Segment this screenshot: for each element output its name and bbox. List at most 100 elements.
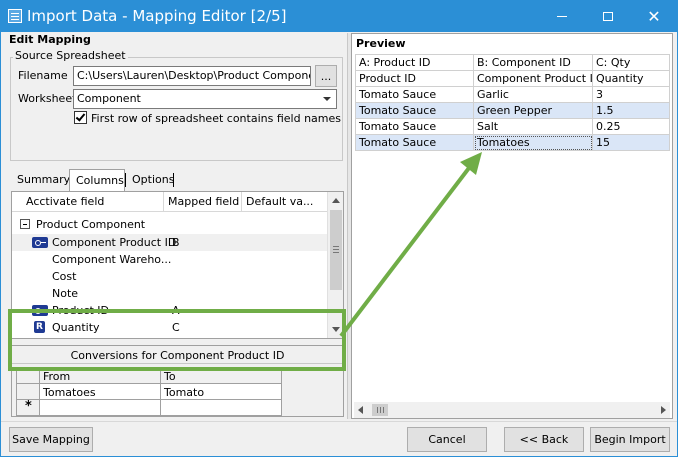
preview-cell[interactable]: Tomato Sauce [355,134,474,151]
preview-cell[interactable]: Green Pepper [473,102,593,119]
table-row[interactable]: Tomato Sauce Garlic 3 [355,86,670,103]
close-button[interactable]: ✕ [631,1,677,32]
column-header-to[interactable]: To [160,367,282,384]
scroll-thumb[interactable] [330,210,342,290]
table-row[interactable]: Component Product ID B [12,234,328,251]
field-mapping-grid: Acctivate field Mapped field Default va.… [11,191,344,339]
preview-table: A: Product ID B: Component ID C: Qty Pro… [355,54,670,151]
preview-cell[interactable]: 15 [592,134,670,151]
preview-cell[interactable]: Garlic [473,86,593,103]
preview-cell[interactable]: 3 [592,86,670,103]
edit-mapping-heading: Edit Mapping [9,33,91,46]
import-mapping-window: Import Data - Mapping Editor [2/5] ✕ Edi… [0,0,678,457]
table-row[interactable]: Component Wareho... [12,251,328,268]
save-mapping-button[interactable]: Save Mapping [9,427,93,452]
preview-cell[interactable]: Salt [473,118,593,135]
conversion-from-cell[interactable]: Tomatoes [39,383,161,400]
mapped-field[interactable]: B [172,236,180,249]
back-button[interactable]: << Back [504,427,584,452]
minimize-button[interactable] [539,1,585,32]
table-row[interactable]: R Quantity C [12,319,328,336]
table-row[interactable]: Tomato Sauce Green Pepper 1.5 [355,102,670,119]
column-header-field[interactable]: Acctivate field [12,192,164,212]
first-row-checkbox[interactable] [74,111,87,124]
grip-icon [333,246,339,247]
mapped-field[interactable]: C [172,321,180,334]
conversion-to-cell[interactable]: Tomato [160,383,282,400]
required-icon: R [34,321,45,333]
checkmark-icon [75,111,86,122]
back-label: << Back [519,433,569,446]
key-icon [32,237,48,248]
grip-icon [377,407,378,413]
filename-label: Filename [18,69,68,82]
begin-import-button[interactable]: Begin Import [590,427,670,452]
preview-cell[interactable]: 1.5 [592,102,670,119]
button-bar: Save Mapping Cancel << Back Begin Import [1,421,677,456]
group-row[interactable]: Product Component [12,216,328,233]
table-row[interactable]: Product ID Component Product ID Quantity [355,70,670,87]
field-name: Component Product ID [52,236,177,249]
preview-header-row: A: Product ID B: Component ID C: Qty [355,54,670,71]
scroll-down-icon[interactable] [332,327,340,332]
preview-heading: Preview [356,37,406,50]
tab-separator [173,173,174,187]
preview-cell-selected[interactable]: Tomatoes [473,134,593,151]
preview-cell[interactable]: Tomato Sauce [355,102,474,119]
table-row[interactable]: Tomato Sauce Salt 0.25 [355,118,670,135]
field-name: Quantity [52,321,100,334]
column-header-default[interactable]: Default va... [242,192,328,212]
begin-import-label: Begin Import [594,433,666,446]
scroll-right-icon[interactable] [661,406,666,414]
group-label: Product Component [36,218,146,231]
scroll-left-icon[interactable] [358,406,363,414]
new-from-cell[interactable] [39,399,161,416]
new-to-cell[interactable] [160,399,282,416]
table-row[interactable]: Tomato Sauce Tomatoes 15 [355,134,670,151]
maximize-button[interactable] [585,1,631,32]
preview-column-header[interactable]: B: Component ID [473,54,593,71]
new-row-icon: * [25,399,32,414]
table-row[interactable]: Cost [12,268,328,285]
chevron-down-icon [323,97,331,101]
worksheet-select[interactable]: Component [73,89,337,109]
vertical-scrollbar[interactable] [327,192,343,338]
tab-summary[interactable]: Summary [11,169,76,191]
first-row-label[interactable]: First row of spreadsheet contains field … [91,112,341,125]
preview-cell[interactable]: 0.25 [592,118,670,135]
title-bar[interactable]: Import Data - Mapping Editor [2/5] ✕ [1,1,677,32]
tab-columns[interactable]: Columns [69,169,125,192]
filename-input[interactable]: C:\Users\Lauren\Desktop\Product Componen… [73,66,311,86]
scroll-up-icon[interactable] [332,198,340,203]
source-spreadsheet-legend: Source Spreadsheet [13,49,128,62]
collapse-icon[interactable] [20,219,30,229]
table-row[interactable]: Note [12,285,328,302]
preview-cell[interactable]: Tomato Sauce [355,86,474,103]
maximize-icon [603,12,613,21]
conversions-panel: Conversions for Component Product ID Fro… [11,345,344,417]
window-title: Import Data - Mapping Editor [2/5] [27,7,287,25]
minimize-icon [557,16,567,17]
key-icon [32,305,48,316]
table-row[interactable]: Product ID A [12,302,328,319]
mapped-field[interactable]: A [172,304,180,317]
preview-cell[interactable]: Quantity [592,70,670,87]
browse-button[interactable]: ... [315,65,337,87]
preview-cell[interactable]: Component Product ID [473,70,593,87]
new-row-header[interactable]: * [16,399,40,416]
worksheet-label: Worksheet [18,92,77,105]
preview-panel: Preview A: Product ID B: Component ID C:… [351,33,673,419]
preview-column-header[interactable]: A: Product ID [355,54,474,71]
cancel-button[interactable]: Cancel [407,427,487,452]
preview-column-header[interactable]: C: Qty [592,54,670,71]
cancel-label: Cancel [428,433,466,446]
preview-cell[interactable]: Product ID [355,70,474,87]
field-name: Component Wareho... [52,253,172,266]
scroll-thumb[interactable] [372,404,388,416]
row-header[interactable] [16,383,40,400]
preview-cell[interactable]: Tomato Sauce [355,118,474,135]
column-header-from[interactable]: From [39,367,161,384]
horizontal-scrollbar[interactable] [354,402,670,418]
worksheet-value: Component [77,92,141,105]
column-header-mapped[interactable]: Mapped field [164,192,242,212]
